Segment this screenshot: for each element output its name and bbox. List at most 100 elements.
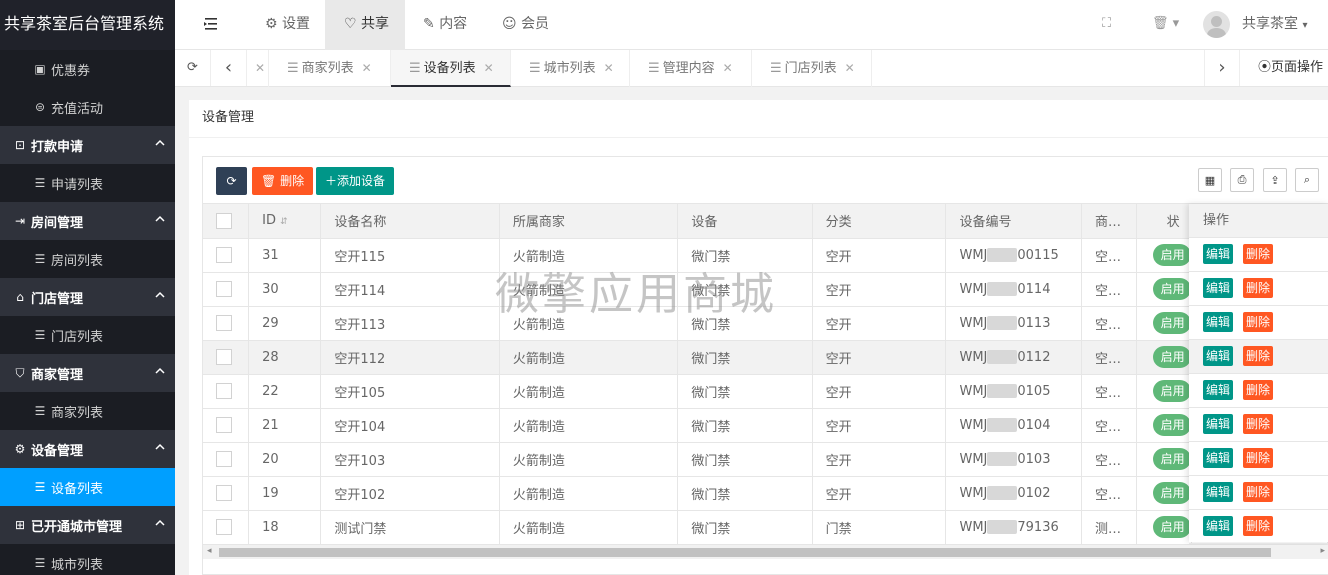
status-switch[interactable]: 启用: [1152, 380, 1191, 402]
tab-2[interactable]: ☰ 城市列表 ✕: [511, 50, 630, 87]
row-select-cell[interactable]: [203, 408, 250, 443]
sort-icon[interactable]: ⇵: [280, 217, 288, 227]
delete-button[interactable]: 🗑 删除: [252, 167, 314, 195]
tab-0[interactable]: ☰ 商家列表 ✕: [269, 50, 391, 87]
edit-button[interactable]: 编辑: [1203, 516, 1234, 536]
header-nav-members[interactable]: ☺ 会员: [490, 0, 561, 50]
sidebar-item-7[interactable]: ☰ 门店列表: [0, 316, 175, 354]
edit-button[interactable]: 编辑: [1203, 482, 1234, 502]
row-checkbox[interactable]: [216, 315, 232, 331]
search-icon[interactable]: ⌕: [1295, 168, 1319, 192]
status-switch[interactable]: 启用: [1152, 278, 1191, 300]
table-row[interactable]: 21 空开104 火箭制造 微门禁 空开 WMJ 0104 空… 启用: [203, 408, 1328, 443]
sidebar-item-3[interactable]: ☰ 申请列表: [0, 164, 175, 202]
table-row[interactable]: 28 空开112 火箭制造 微门禁 空开 WMJ 0112 空… 启用: [203, 340, 1328, 375]
row-checkbox[interactable]: [216, 417, 232, 433]
row-select-cell[interactable]: [203, 374, 250, 409]
status-switch[interactable]: 启用: [1152, 448, 1191, 470]
close-icon[interactable]: ✕: [604, 61, 614, 75]
tab-3[interactable]: ☰ 管理内容 ✕: [630, 50, 752, 87]
sidebar-group-6[interactable]: ⌂ 门店管理: [0, 278, 175, 316]
row-select-cell[interactable]: [203, 476, 250, 511]
sidebar-item-1[interactable]: ⊜ 充值活动: [0, 88, 175, 126]
tab-4[interactable]: ☰ 门店列表 ✕: [752, 50, 872, 87]
delete-row-button[interactable]: 删除: [1243, 414, 1274, 434]
fullscreen-icon[interactable]: ⛶: [1102, 0, 1111, 50]
delete-row-button[interactable]: 删除: [1243, 380, 1274, 400]
col-id[interactable]: ID ⇵: [248, 204, 322, 239]
tab-1[interactable]: ☰ 设备列表 ✕: [391, 50, 511, 87]
page-ops-menu[interactable]: ⦿页面操作: [1241, 50, 1328, 87]
chevron-up-icon[interactable]: [155, 214, 165, 224]
reload-button[interactable]: ⟳: [216, 167, 247, 195]
avatar[interactable]: [1203, 11, 1230, 38]
close-icon[interactable]: ✕: [845, 61, 855, 75]
edit-button[interactable]: 编辑: [1203, 278, 1234, 298]
sidebar-group-8[interactable]: ⛉ 商家管理: [0, 354, 175, 392]
scroll-left-icon[interactable]: ◂: [207, 546, 212, 556]
delete-row-button[interactable]: 删除: [1243, 312, 1274, 332]
select-all-cell[interactable]: [203, 204, 250, 239]
row-select-cell[interactable]: [203, 340, 250, 375]
row-checkbox[interactable]: [216, 247, 232, 263]
delete-row-button[interactable]: 删除: [1243, 448, 1274, 468]
add-device-button[interactable]: ＋添加设备: [316, 167, 395, 195]
header-nav-share[interactable]: ♡ 共享: [325, 0, 405, 50]
delete-row-button[interactable]: 删除: [1243, 482, 1274, 502]
select-all-checkbox[interactable]: [216, 212, 232, 229]
chevron-up-icon[interactable]: [155, 442, 165, 452]
row-select-cell[interactable]: [203, 306, 250, 341]
menu-toggle-icon[interactable]: [203, 0, 219, 50]
delete-row-button[interactable]: 删除: [1243, 516, 1274, 536]
tab-hidden-close[interactable]: ✕: [247, 50, 269, 87]
sidebar-item-0[interactable]: ▣ 优惠券: [0, 50, 175, 88]
table-row[interactable]: 19 空开102 火箭制造 微门禁 空开 WMJ 0102 空… 启用: [203, 476, 1328, 511]
sidebar-item-9[interactable]: ☰ 商家列表: [0, 392, 175, 430]
sidebar-item-13[interactable]: ☰ 城市列表: [0, 544, 175, 575]
status-switch[interactable]: 启用: [1152, 482, 1191, 504]
chevron-up-icon[interactable]: [155, 290, 165, 300]
status-switch[interactable]: 启用: [1152, 244, 1191, 266]
delete-row-button[interactable]: 删除: [1243, 244, 1274, 264]
scroll-right-icon[interactable]: ▸: [1320, 546, 1325, 556]
horizontal-scrollbar[interactable]: ◂ ▸: [203, 545, 1328, 559]
row-checkbox[interactable]: [216, 383, 232, 399]
delete-row-button[interactable]: 删除: [1243, 346, 1274, 366]
status-switch[interactable]: 启用: [1152, 312, 1191, 334]
chevron-up-icon[interactable]: [155, 518, 165, 528]
delete-row-button[interactable]: 删除: [1243, 278, 1274, 298]
scrollbar-thumb[interactable]: [219, 548, 1271, 557]
table-row[interactable]: 18 测试门禁 火箭制造 微门禁 门禁 WMJ 79136 测… 启用: [203, 510, 1328, 545]
sidebar-group-4[interactable]: ⇥ 房间管理: [0, 202, 175, 240]
row-select-cell[interactable]: [203, 238, 250, 273]
edit-button[interactable]: 编辑: [1203, 312, 1234, 332]
row-checkbox[interactable]: [216, 281, 232, 297]
tabs-prev-icon[interactable]: ‹: [211, 50, 247, 86]
edit-button[interactable]: 编辑: [1203, 448, 1234, 468]
row-checkbox[interactable]: [216, 451, 232, 467]
edit-button[interactable]: 编辑: [1203, 380, 1234, 400]
close-icon[interactable]: ✕: [362, 61, 372, 75]
table-row[interactable]: 22 空开105 火箭制造 微门禁 空开 WMJ 0105 空… 启用: [203, 374, 1328, 409]
row-select-cell[interactable]: [203, 442, 250, 477]
export-icon[interactable]: ⇪: [1263, 168, 1287, 192]
row-select-cell[interactable]: [203, 272, 250, 307]
chevron-up-icon[interactable]: [155, 366, 165, 376]
user-menu[interactable]: 共享茶室 ▾: [1242, 0, 1307, 50]
sidebar-item-11[interactable]: ☰ 设备列表: [0, 468, 175, 506]
sidebar-group-10[interactable]: ⚙ 设备管理: [0, 430, 175, 468]
columns-icon[interactable]: ▦: [1198, 168, 1222, 192]
clear-cache-icon[interactable]: 🗑 ▾: [1152, 0, 1179, 50]
sidebar-group-2[interactable]: ⊡ 打款申请: [0, 126, 175, 164]
chevron-up-icon[interactable]: [155, 138, 165, 148]
sidebar-group-12[interactable]: ⊞ 已开通城市管理: [0, 506, 175, 544]
status-switch[interactable]: 启用: [1152, 414, 1191, 436]
tabs-next-icon[interactable]: ›: [1204, 50, 1240, 86]
close-icon[interactable]: ✕: [484, 61, 494, 75]
row-checkbox[interactable]: [216, 519, 232, 535]
header-nav-content[interactable]: ✎ 内容: [411, 0, 479, 50]
row-select-cell[interactable]: [203, 510, 250, 545]
close-icon[interactable]: ✕: [255, 61, 265, 75]
header-nav-settings[interactable]: ⚙ 设置: [253, 0, 322, 50]
table-row[interactable]: 20 空开103 火箭制造 微门禁 空开 WMJ 0103 空… 启用: [203, 442, 1328, 477]
